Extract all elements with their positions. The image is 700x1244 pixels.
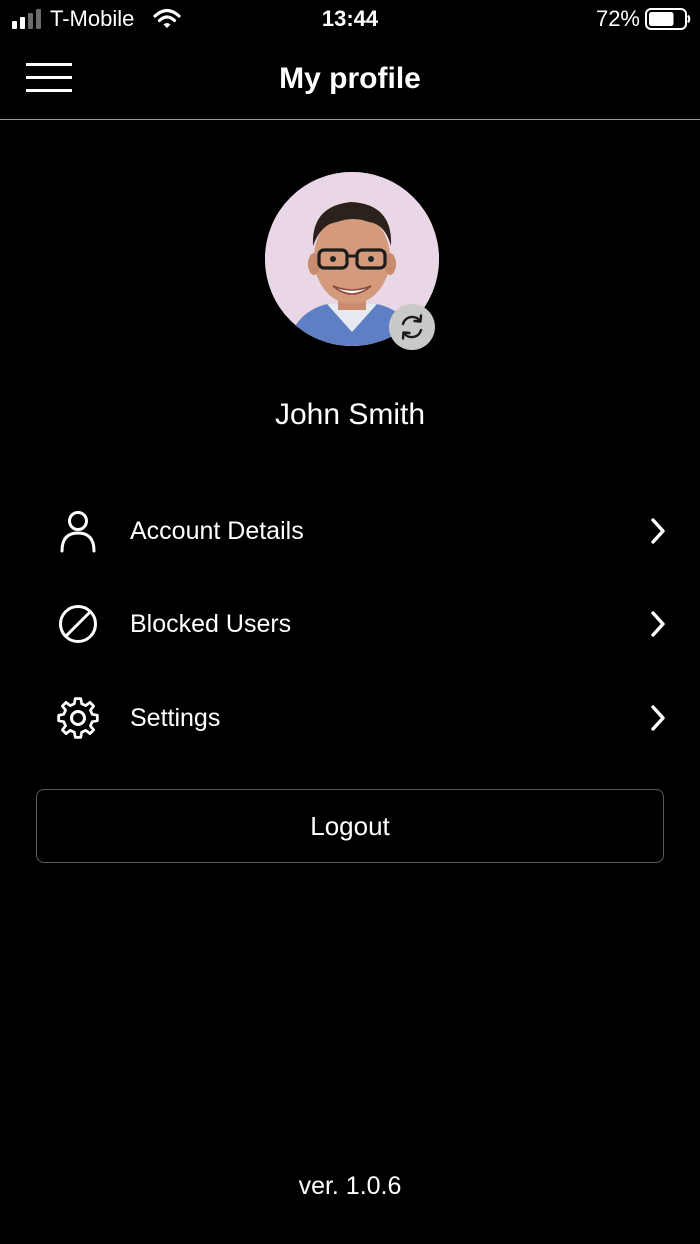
chevron-right-icon [651,611,665,637]
gear-icon [57,697,99,739]
user-icon [60,511,96,553]
menu-item-account-details[interactable]: Account Details [0,491,700,571]
user-name: John Smith [274,398,426,431]
battery-icon [645,8,691,30]
status-bar: T-Mobile 13:44 72% [0,0,700,40]
chevron-right-icon [651,705,665,731]
battery-percent: 72% [595,6,640,31]
app-version: ver. 1.0.6 [298,1172,402,1200]
menu-item-label: Account Details [130,517,304,545]
refresh-icon [401,314,423,340]
profile-avatar-container [265,172,439,350]
menu-item-blocked-users[interactable]: Blocked Users [0,584,700,664]
logout-button[interactable]: Logout [36,789,664,863]
blocked-icon [59,605,97,643]
menu-item-label: Blocked Users [130,610,292,638]
navigation-bar: My profile [0,40,700,120]
change-photo-button[interactable] [389,304,435,350]
menu-item-settings[interactable]: Settings [0,678,700,758]
page-title: My profile [279,62,421,95]
menu-item-label: Settings [130,704,221,732]
chevron-right-icon [651,518,665,544]
